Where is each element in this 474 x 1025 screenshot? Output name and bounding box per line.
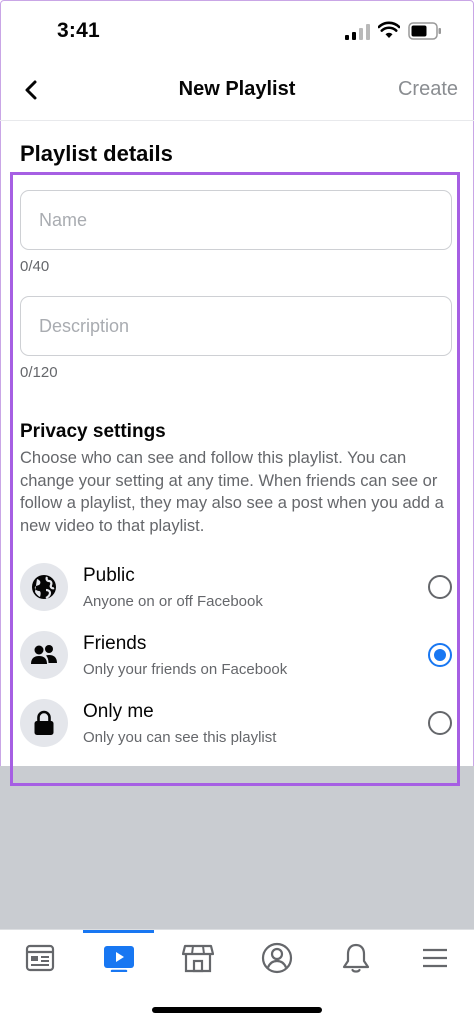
status-bar: 3:41 <box>0 0 474 66</box>
lock-icon <box>20 699 68 747</box>
battery-icon <box>408 22 441 40</box>
tab-watch[interactable] <box>79 930 158 986</box>
privacy-option-label: Friends <box>83 633 147 654</box>
privacy-option-only-me[interactable]: Only me Only you can see this playlist <box>20 699 460 761</box>
wifi-icon <box>378 21 400 38</box>
bell-icon <box>342 943 369 973</box>
name-field[interactable] <box>20 190 452 250</box>
section-title: Playlist details <box>20 141 173 166</box>
profile-icon <box>261 942 292 974</box>
marketplace-icon <box>181 944 214 973</box>
privacy-option-public[interactable]: Public Anyone on or off Facebook <box>20 563 460 625</box>
privacy-option-label: Public <box>83 565 135 586</box>
privacy-title: Privacy settings <box>20 421 166 442</box>
nav-bar: New Playlist Create <box>0 66 474 121</box>
menu-icon <box>422 948 447 968</box>
dimmed-background <box>0 766 474 929</box>
privacy-option-sublabel: Only your friends on Facebook <box>83 661 288 678</box>
active-tab-indicator <box>83 930 154 933</box>
name-input[interactable] <box>21 191 447 249</box>
tab-profile[interactable] <box>237 930 316 986</box>
description-counter: 0/120 <box>20 364 58 381</box>
globe-icon <box>20 563 68 611</box>
friends-icon <box>20 631 68 679</box>
privacy-option-friends[interactable]: Friends Only your friends on Facebook <box>20 631 460 693</box>
home-indicator <box>152 1007 322 1013</box>
radio-friends[interactable] <box>428 643 452 667</box>
tab-marketplace[interactable] <box>158 930 237 986</box>
description-input[interactable] <box>21 297 447 355</box>
privacy-option-label: Only me <box>83 701 154 722</box>
cellular-signal-icon <box>345 24 370 40</box>
status-time: 3:41 <box>57 19 100 42</box>
privacy-option-sublabel: Anyone on or off Facebook <box>83 593 263 610</box>
description-field[interactable] <box>20 296 452 356</box>
privacy-description: Choose who can see and follow this playl… <box>20 449 444 535</box>
watch-icon <box>103 946 134 972</box>
tab-news-feed[interactable] <box>0 930 79 986</box>
name-counter: 0/40 <box>20 258 50 275</box>
radio-public[interactable] <box>428 575 452 599</box>
privacy-option-sublabel: Only you can see this playlist <box>83 729 277 746</box>
news-feed-icon <box>25 944 54 972</box>
tab-notifications[interactable] <box>316 930 395 986</box>
tab-menu[interactable] <box>395 930 474 986</box>
radio-only-me[interactable] <box>428 711 452 735</box>
create-button[interactable]: Create <box>398 78 458 101</box>
